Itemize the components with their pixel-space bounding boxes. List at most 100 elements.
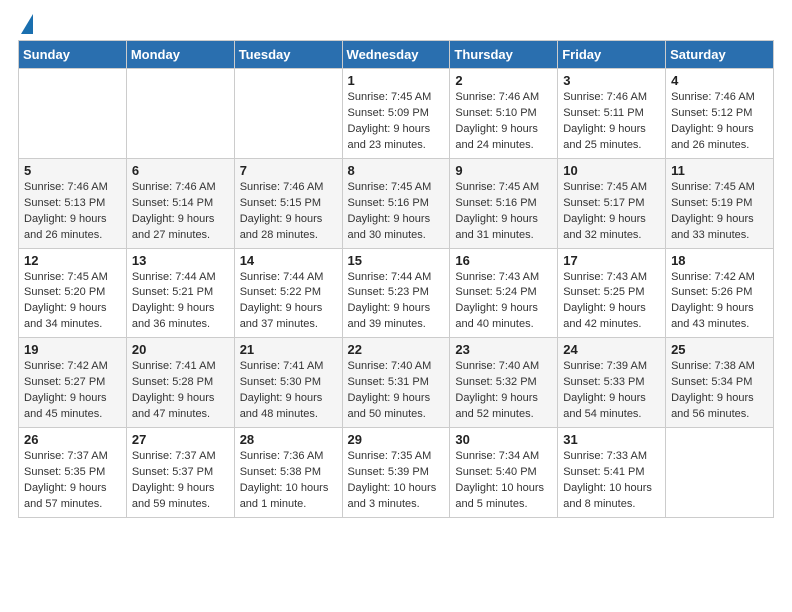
day-number: 21: [240, 342, 337, 357]
day-number: 23: [455, 342, 552, 357]
logo-triangle-icon: [21, 14, 33, 34]
calendar-cell: 8 Sunrise: 7:45 AMSunset: 5:16 PMDaylight…: [342, 158, 450, 248]
day-number: 13: [132, 253, 229, 268]
day-number: 9: [455, 163, 552, 178]
calendar-cell: 18Sunrise: 7:42 AMSunset: 5:26 PMDayligh…: [666, 248, 774, 338]
calendar-cell: 3 Sunrise: 7:46 AMSunset: 5:11 PMDaylight…: [558, 69, 666, 159]
calendar-cell: 7Sunrise: 7:46 AMSunset: 5:15 PMDaylight…: [234, 158, 342, 248]
day-info: Sunrise: 7:35 AMSunset: 5:39 PMDaylight:…: [348, 449, 445, 513]
day-info: Sunrise: 7:42 AMSunset: 5:27 PMDaylight:…: [24, 359, 121, 423]
day-info: Sunrise: 7:44 AMSunset: 5:23 PMDaylight:…: [348, 270, 445, 334]
calendar-cell: 15 Sunrise: 7:44 AMSunset: 5:23 PMDayligh…: [342, 248, 450, 338]
calendar-cell: 20Sunrise: 7:41 AMSunset: 5:28 PMDayligh…: [126, 338, 234, 428]
day-number: 18: [671, 253, 768, 268]
day-info: Sunrise: 7:40 AMSunset: 5:31 PMDaylight:…: [348, 359, 445, 423]
calendar-cell: 24 Sunrise: 7:39 AMSunset: 5:33 PMDayligh…: [558, 338, 666, 428]
calendar-cell: 28Sunrise: 7:36 AMSunset: 5:38 PMDayligh…: [234, 428, 342, 518]
day-number: 27: [132, 432, 229, 447]
calendar-week-4: 19 Sunrise: 7:42 AMSunset: 5:27 PMDayligh…: [19, 338, 774, 428]
calendar-table: SundayMondayTuesdayWednesdayThursdayFrid…: [18, 40, 774, 518]
calendar-week-2: 5Sunrise: 7:46 AMSunset: 5:13 PMDaylight…: [19, 158, 774, 248]
weekday-header-sunday: Sunday: [19, 41, 127, 69]
day-info: Sunrise: 7:45 AMSunset: 5:09 PMDaylight:…: [348, 90, 445, 154]
logo: [18, 18, 33, 34]
calendar-cell: 30 Sunrise: 7:34 AMSunset: 5:40 PMDayligh…: [450, 428, 558, 518]
calendar-cell: 22 Sunrise: 7:40 AMSunset: 5:31 PMDayligh…: [342, 338, 450, 428]
calendar-cell: 2 Sunrise: 7:46 AMSunset: 5:10 PMDaylight…: [450, 69, 558, 159]
day-info: Sunrise: 7:43 AMSunset: 5:25 PMDaylight:…: [563, 270, 660, 334]
day-number: 16: [455, 253, 552, 268]
day-number: 26: [24, 432, 121, 447]
day-info: Sunrise: 7:46 AMSunset: 5:15 PMDaylight:…: [240, 180, 337, 244]
day-info: Sunrise: 7:45 AMSunset: 5:16 PMDaylight:…: [348, 180, 445, 244]
calendar-week-1: 1Sunrise: 7:45 AMSunset: 5:09 PMDaylight…: [19, 69, 774, 159]
day-info: Sunrise: 7:46 AMSunset: 5:11 PMDaylight:…: [563, 90, 660, 154]
page: SundayMondayTuesdayWednesdayThursdayFrid…: [0, 0, 792, 536]
day-info: Sunrise: 7:33 AMSunset: 5:41 PMDaylight:…: [563, 449, 660, 513]
day-info: Sunrise: 7:44 AMSunset: 5:21 PMDaylight:…: [132, 270, 229, 334]
day-number: 8: [348, 163, 445, 178]
day-info: Sunrise: 7:37 AMSunset: 5:35 PMDaylight:…: [24, 449, 121, 513]
day-number: 11: [671, 163, 768, 178]
day-number: 4: [671, 73, 768, 88]
day-number: 31: [563, 432, 660, 447]
day-number: 17: [563, 253, 660, 268]
calendar-cell: 29 Sunrise: 7:35 AMSunset: 5:39 PMDayligh…: [342, 428, 450, 518]
weekday-row: SundayMondayTuesdayWednesdayThursdayFrid…: [19, 41, 774, 69]
day-number: 29: [348, 432, 445, 447]
calendar-cell: 9Sunrise: 7:45 AMSunset: 5:16 PMDaylight…: [450, 158, 558, 248]
calendar-cell: 4 Sunrise: 7:46 AMSunset: 5:12 PMDaylight…: [666, 69, 774, 159]
calendar-cell: 25Sunrise: 7:38 AMSunset: 5:34 PMDayligh…: [666, 338, 774, 428]
weekday-header-saturday: Saturday: [666, 41, 774, 69]
weekday-header-thursday: Thursday: [450, 41, 558, 69]
day-info: Sunrise: 7:43 AMSunset: 5:24 PMDaylight:…: [455, 270, 552, 334]
day-info: Sunrise: 7:34 AMSunset: 5:40 PMDaylight:…: [455, 449, 552, 513]
calendar-cell: 6Sunrise: 7:46 AMSunset: 5:14 PMDaylight…: [126, 158, 234, 248]
calendar-cell: 31 Sunrise: 7:33 AMSunset: 5:41 PMDayligh…: [558, 428, 666, 518]
day-number: 15: [348, 253, 445, 268]
day-number: 19: [24, 342, 121, 357]
day-info: Sunrise: 7:40 AMSunset: 5:32 PMDaylight:…: [455, 359, 552, 423]
calendar-cell: 10 Sunrise: 7:45 AMSunset: 5:17 PMDayligh…: [558, 158, 666, 248]
day-info: Sunrise: 7:45 AMSunset: 5:17 PMDaylight:…: [563, 180, 660, 244]
calendar-cell: 11 Sunrise: 7:45 AMSunset: 5:19 PMDayligh…: [666, 158, 774, 248]
weekday-header-tuesday: Tuesday: [234, 41, 342, 69]
calendar-cell: 16 Sunrise: 7:43 AMSunset: 5:24 PMDayligh…: [450, 248, 558, 338]
day-info: Sunrise: 7:41 AMSunset: 5:30 PMDaylight:…: [240, 359, 337, 423]
calendar-cell: 5Sunrise: 7:46 AMSunset: 5:13 PMDaylight…: [19, 158, 127, 248]
day-number: 2: [455, 73, 552, 88]
calendar-header: SundayMondayTuesdayWednesdayThursdayFrid…: [19, 41, 774, 69]
calendar-cell: [19, 69, 127, 159]
calendar-cell: 27 Sunrise: 7:37 AMSunset: 5:37 PMDayligh…: [126, 428, 234, 518]
day-number: 22: [348, 342, 445, 357]
calendar-cell: [666, 428, 774, 518]
calendar-cell: 1Sunrise: 7:45 AMSunset: 5:09 PMDaylight…: [342, 69, 450, 159]
day-info: Sunrise: 7:46 AMSunset: 5:12 PMDaylight:…: [671, 90, 768, 154]
calendar-body: 1Sunrise: 7:45 AMSunset: 5:09 PMDaylight…: [19, 69, 774, 518]
day-info: Sunrise: 7:46 AMSunset: 5:10 PMDaylight:…: [455, 90, 552, 154]
day-info: Sunrise: 7:45 AMSunset: 5:20 PMDaylight:…: [24, 270, 121, 334]
day-number: 5: [24, 163, 121, 178]
calendar-cell: 23 Sunrise: 7:40 AMSunset: 5:32 PMDayligh…: [450, 338, 558, 428]
calendar-cell: 14 Sunrise: 7:44 AMSunset: 5:22 PMDayligh…: [234, 248, 342, 338]
day-number: 3: [563, 73, 660, 88]
day-info: Sunrise: 7:45 AMSunset: 5:19 PMDaylight:…: [671, 180, 768, 244]
weekday-header-friday: Friday: [558, 41, 666, 69]
day-number: 14: [240, 253, 337, 268]
calendar-cell: 12 Sunrise: 7:45 AMSunset: 5:20 PMDayligh…: [19, 248, 127, 338]
day-number: 10: [563, 163, 660, 178]
calendar-cell: 26 Sunrise: 7:37 AMSunset: 5:35 PMDayligh…: [19, 428, 127, 518]
weekday-header-wednesday: Wednesday: [342, 41, 450, 69]
calendar-cell: 17 Sunrise: 7:43 AMSunset: 5:25 PMDayligh…: [558, 248, 666, 338]
day-number: 12: [24, 253, 121, 268]
day-number: 30: [455, 432, 552, 447]
day-info: Sunrise: 7:46 AMSunset: 5:14 PMDaylight:…: [132, 180, 229, 244]
day-info: Sunrise: 7:37 AMSunset: 5:37 PMDaylight:…: [132, 449, 229, 513]
day-info: Sunrise: 7:39 AMSunset: 5:33 PMDaylight:…: [563, 359, 660, 423]
calendar-week-3: 12 Sunrise: 7:45 AMSunset: 5:20 PMDayligh…: [19, 248, 774, 338]
calendar-cell: 19 Sunrise: 7:42 AMSunset: 5:27 PMDayligh…: [19, 338, 127, 428]
day-info: Sunrise: 7:44 AMSunset: 5:22 PMDaylight:…: [240, 270, 337, 334]
day-number: 24: [563, 342, 660, 357]
calendar-cell: [126, 69, 234, 159]
calendar-week-5: 26 Sunrise: 7:37 AMSunset: 5:35 PMDayligh…: [19, 428, 774, 518]
